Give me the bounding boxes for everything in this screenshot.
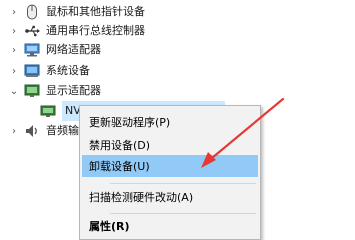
display-adapter-icon [24, 83, 40, 99]
chevron-down-icon[interactable]: ⌄ [8, 81, 20, 101]
tree-item-system[interactable]: › 系统设备 [8, 61, 90, 81]
tree-item-label: 显示适配器 [46, 84, 101, 97]
chevron-right-icon[interactable]: › [8, 2, 20, 22]
network-adapter-icon [24, 42, 40, 58]
context-menu: 更新驱动程序(P) 禁用设备(D) 卸载设备(U) 扫描检测硬件改动(A) 属性… [79, 105, 261, 240]
scan-hardware-menu-item[interactable]: 扫描检测硬件改动(A) [82, 186, 258, 208]
tree-item-label: 通用串行总线控制器 [46, 24, 145, 37]
system-device-icon [24, 63, 40, 79]
tree-item-usb[interactable]: › 通用串行总线控制器 [8, 21, 145, 41]
menu-separator [110, 213, 256, 214]
properties-menu-item[interactable]: 属性(R) [82, 215, 258, 237]
chevron-right-icon[interactable]: › [8, 21, 20, 41]
chevron-right-icon[interactable]: › [8, 61, 20, 81]
tree-item-label: 系统设备 [46, 64, 90, 77]
tree-item-mice[interactable]: › 鼠标和其他指针设备 [8, 2, 145, 22]
chevron-right-icon[interactable]: › [8, 40, 20, 60]
chevron-right-icon[interactable]: › [8, 121, 20, 141]
uninstall-device-menu-item[interactable]: 卸载设备(U) [82, 155, 258, 177]
tree-item-label: 鼠标和其他指针设备 [46, 5, 145, 18]
audio-icon [24, 123, 40, 139]
usb-icon [24, 23, 40, 39]
tree-item-network[interactable]: › 网络适配器 [8, 40, 101, 60]
menu-separator [110, 183, 256, 184]
update-driver-menu-item[interactable]: 更新驱动程序(P) [82, 111, 258, 133]
mouse-icon [24, 4, 40, 20]
tree-item-label: 网络适配器 [46, 43, 101, 56]
tree-item-display-adapters[interactable]: ⌄ 显示适配器 [8, 81, 101, 101]
disable-device-menu-item[interactable]: 禁用设备(D) [82, 134, 258, 156]
gpu-icon [40, 103, 56, 119]
